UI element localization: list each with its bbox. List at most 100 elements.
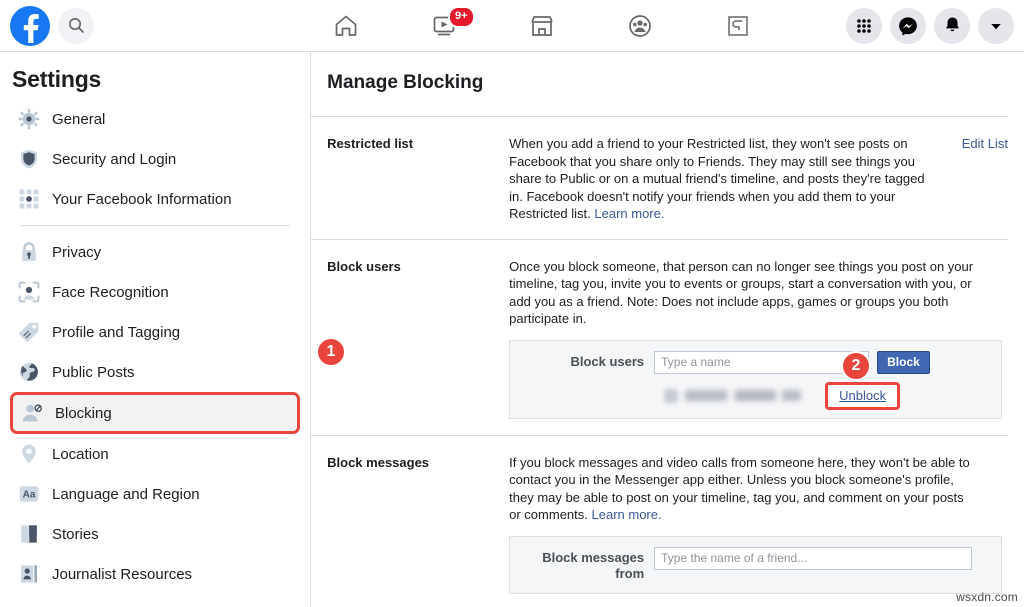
edit-list-link[interactable]: Edit List [936,135,1008,223]
groups-icon [629,14,651,37]
block-messages-form-label-line1: Block messages [542,549,645,565]
sidebar-item-label: Public Posts [52,363,135,381]
account-menu-button[interactable] [978,7,1014,44]
sidebar-nav-list: General Security and Login Your Facebook… [0,99,310,594]
sidebar-item-stories[interactable]: Stories [10,514,300,554]
unblock-link[interactable]: Unblock [839,388,886,403]
block-messages-description: If you block messages and video calls fr… [509,454,977,524]
sidebar-item-language-and-region[interactable]: Aa Language and Region [10,474,300,514]
journalist-icon [15,560,43,588]
page-body: Settings General Security and Login Your… [0,52,1024,607]
sidebar-item-label: Face Recognition [52,283,169,301]
nav-gaming-button[interactable] [704,0,772,51]
nav-watch-button[interactable]: 9+ [410,0,478,51]
sidebar-item-your-facebook-information[interactable]: Your Facebook Information [10,179,300,219]
book-icon [15,520,43,548]
section-body: When you add a friend to your Restricted… [509,135,936,223]
home-icon [335,15,357,36]
section-block-messages: Block messages If you block messages and… [311,434,1008,607]
lock-icon [15,238,43,266]
marketplace-icon [531,15,553,36]
block-messages-learn-more-link[interactable]: Learn more. [592,507,662,522]
globe-icon [15,358,43,386]
facebook-logo[interactable] [10,5,50,46]
sidebar-divider [20,225,291,226]
nav-home-button[interactable] [312,0,380,51]
top-nav-icon-group: 9+ [94,0,846,51]
step-marker-2: 2 [841,351,871,381]
block-messages-form-label-line2: from [615,565,645,581]
sidebar-item-label: Journalist Resources [52,565,193,583]
sidebar-item-label: Your Facebook Information [52,190,232,208]
grid-menu-icon [857,18,871,33]
block-messages-description-text: If you block messages and video calls fr… [509,454,970,523]
top-navigation-bar: 9+ [0,0,1024,52]
nav-marketplace-button[interactable] [508,0,576,51]
sidebar-item-journalist-resources[interactable]: Journalist Resources [10,554,300,594]
sidebar-item-label: Blocking [55,404,112,422]
block-messages-form-panel: Block messages from Type the name of a f… [509,535,1002,594]
grid-menu-button[interactable] [846,7,882,44]
sidebar-item-public-posts[interactable]: Public Posts [10,352,300,392]
search-icon [68,18,84,33]
svg-text:Aa: Aa [23,490,36,501]
unblock-highlight-wrap: Unblock [825,381,901,410]
sidebar-item-profile-and-tagging[interactable]: Profile and Tagging [10,312,300,352]
block-messages-form-label: Block messages from [522,547,654,582]
sidebar-item-blocking[interactable]: Blocking [10,392,301,434]
sidebar-item-face-recognition[interactable]: Face Recognition [10,272,300,312]
section-label: Restricted list [327,136,414,151]
restricted-list-learn-more-link[interactable]: Learn more. [594,206,664,221]
sidebar-item-label: Location [52,445,109,463]
face-recognition-icon [15,278,43,306]
facebook-settings-page: 9+ Settings General Security and Login Y… [0,0,1024,607]
blocked-person-icon [18,399,46,427]
sidebar-item-label: General [52,110,106,128]
sidebar-item-security-and-login[interactable]: Security and Login [10,139,300,179]
location-pin-icon [15,440,43,468]
section-block-users: Block users Once you block someone, that… [311,238,1008,435]
restricted-list-description-text: When you add a friend to your Restricted… [509,136,925,221]
shield-icon [15,145,43,173]
unblock-highlight-box: Unblock [825,381,901,410]
block-messages-form-row: Block messages from Type the name of a f… [522,546,989,582]
notifications-button[interactable] [934,7,970,44]
section-body: Once you block someone, that person can … [509,258,1008,419]
section-label: Block users [327,258,401,274]
blocked-user-avatar [664,388,679,403]
sidebar-item-privacy[interactable]: Privacy [10,232,300,272]
sidebar-item-location[interactable]: Location [10,434,300,474]
section-description: When you add a friend to your Restricted… [509,135,930,223]
top-nav-account-group [846,7,1014,44]
facebook-logo-glyph [23,13,39,43]
gaming-icon [728,15,748,36]
notifications-bell-icon [945,17,959,32]
watch-notification-badge: 9+ [448,6,475,28]
messenger-icon [899,16,917,36]
block-button[interactable]: Block [877,350,930,374]
step-marker-1: 1 [316,337,346,367]
messenger-button[interactable] [890,7,926,44]
blocked-user-name [685,390,802,401]
settings-sidebar: Settings General Security and Login Your… [0,52,312,607]
sidebar-item-general[interactable]: General [10,99,300,139]
tag-icon [15,318,43,346]
sidebar-item-label: Language and Region [52,485,200,503]
nav-groups-button[interactable] [606,0,674,51]
chevron-down-icon [991,23,1001,29]
sidebar-item-label: Security and Login [52,150,177,168]
block-users-form-row: Block users Type a name Block [522,350,989,374]
gear-icon [15,105,43,133]
block-users-description: Once you block someone, that person can … [509,258,974,327]
sidebar-item-label: Stories [52,525,99,543]
sidebar-item-label: Privacy [52,243,102,261]
blocked-user-row: Unblock [522,381,989,410]
search-button[interactable] [58,7,94,44]
section-label: Block messages [327,454,430,470]
grid-dots-icon [15,185,43,213]
block-messages-input[interactable]: Type the name of a friend... [654,546,973,570]
language-aa-icon: Aa [15,480,43,508]
block-users-form-label: Block users [570,353,645,369]
block-users-form-panel: Block users Type a name Block Unblock [509,339,1002,419]
block-users-input[interactable]: Type a name [654,350,870,374]
